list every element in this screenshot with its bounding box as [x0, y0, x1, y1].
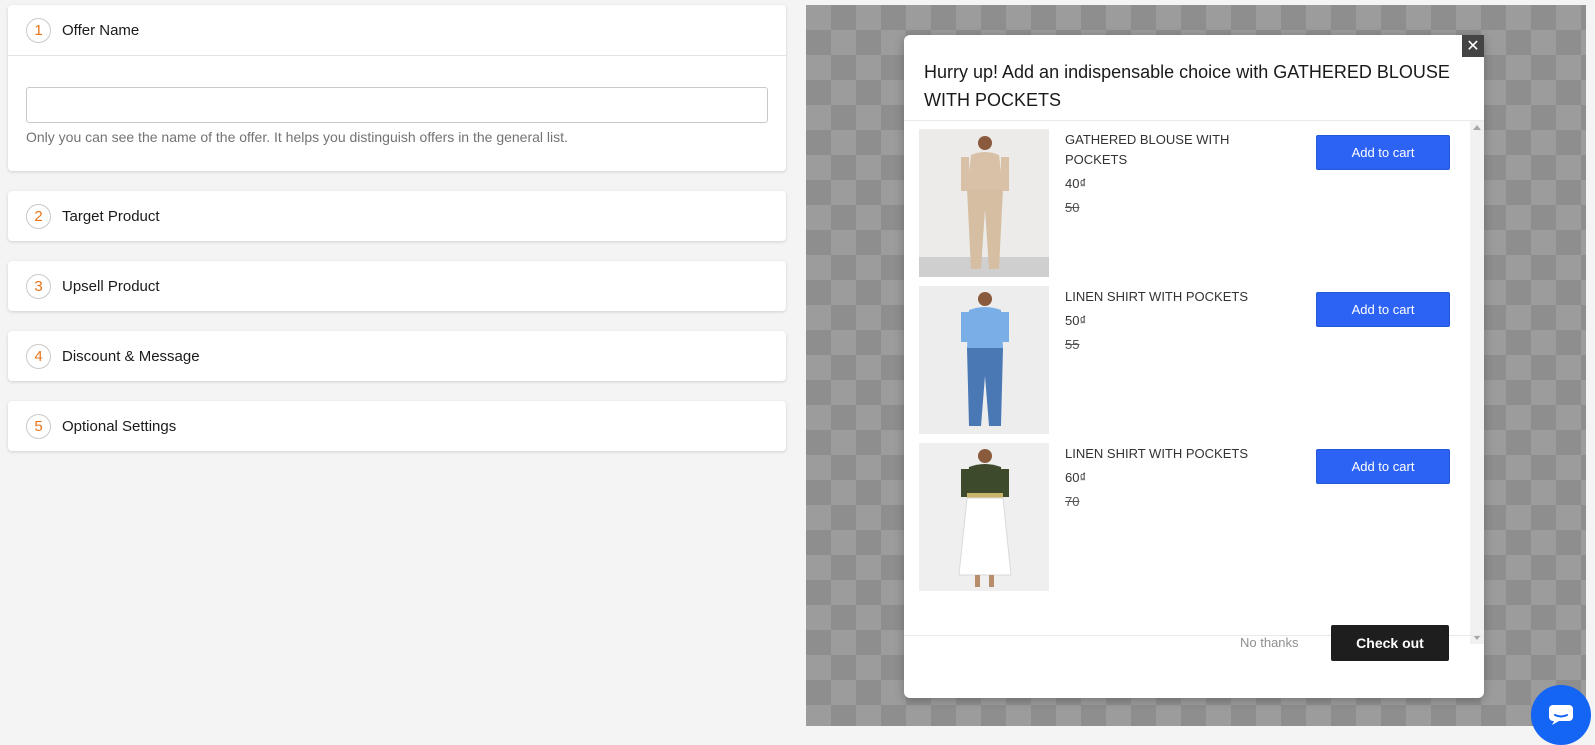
popup-title: Hurry up! Add an indispensable choice wi… [924, 62, 1450, 110]
step-title: Target Product [62, 207, 160, 225]
step-header-optional-settings[interactable]: 5 Optional Settings [8, 401, 786, 451]
scroll-up-arrow-icon[interactable] [1473, 125, 1481, 130]
product-price: 50₫ [1065, 313, 1087, 328]
chat-icon[interactable] [1531, 685, 1591, 745]
no-thanks-link[interactable]: No thanks [1240, 635, 1299, 650]
close-icon[interactable]: ✕ [1462, 35, 1484, 57]
step-card-target-product: 2 Target Product [8, 191, 786, 241]
product-image [919, 129, 1049, 277]
step-number: 3 [26, 273, 51, 299]
add-to-cart-button[interactable]: Add to cart [1316, 449, 1450, 484]
checkout-button[interactable]: Check out [1331, 625, 1449, 661]
product-item: GATHERED BLOUSE WITH POCKETS 40₫ 50 Add … [919, 129, 1469, 277]
scrollbar[interactable] [1470, 121, 1484, 644]
step-card-offer-name: 1 Offer Name Only you can see the name o… [8, 5, 786, 171]
chat-bubble-icon [1549, 705, 1573, 725]
product-old-price: 50 [1065, 200, 1080, 215]
step-header-upsell-product[interactable]: 3 Upsell Product [8, 261, 786, 311]
step-number: 5 [26, 413, 51, 439]
step-title: Discount & Message [62, 347, 200, 365]
product-name: GATHERED BLOUSE WITH POCKETS [1065, 132, 1230, 167]
step-title: Offer Name [62, 21, 140, 39]
add-to-cart-button[interactable]: Add to cart [1316, 135, 1450, 170]
step-card-upsell-product: 3 Upsell Product [8, 261, 786, 311]
step-header-target-product[interactable]: 2 Target Product [8, 191, 786, 241]
step-title: Optional Settings [62, 417, 177, 435]
product-price: 60₫ [1065, 470, 1087, 485]
product-list: GATHERED BLOUSE WITH POCKETS 40₫ 50 Add … [904, 121, 1484, 644]
step-header-discount-message[interactable]: 4 Discount & Message [8, 331, 786, 381]
step-card-discount-message: 4 Discount & Message [8, 331, 786, 381]
step-body-offer-name: Only you can see the name of the offer. … [8, 55, 786, 171]
step-number: 2 [26, 203, 51, 229]
product-item: LINEN SHIRT WITH POCKETS 50₫ 55 Add to c… [919, 286, 1469, 434]
product-price: 40₫ [1065, 176, 1087, 191]
add-to-cart-button[interactable]: Add to cart [1316, 292, 1450, 327]
step-title: Upsell Product [62, 277, 160, 295]
product-image [919, 443, 1049, 591]
step-card-optional-settings: 5 Optional Settings [8, 401, 786, 451]
offer-name-helper: Only you can see the name of the offer. … [26, 129, 568, 145]
offer-name-input[interactable] [26, 87, 768, 123]
product-image [919, 286, 1049, 434]
offer-steps: 1 Offer Name Only you can see the name o… [8, 5, 786, 471]
upsell-popup: Hurry up! Add an indispensable choice wi… [904, 35, 1484, 698]
product-item: LINEN SHIRT WITH POCKETS 60₫ 70 Add to c… [919, 443, 1469, 591]
step-number: 1 [26, 17, 51, 43]
step-number: 4 [26, 343, 51, 369]
product-name: LINEN SHIRT WITH POCKETS [1065, 446, 1248, 461]
product-old-price: 70 [1065, 494, 1080, 509]
product-name: LINEN SHIRT WITH POCKETS [1065, 289, 1248, 304]
step-header-offer-name[interactable]: 1 Offer Name [8, 5, 786, 55]
product-old-price: 55 [1065, 337, 1080, 352]
